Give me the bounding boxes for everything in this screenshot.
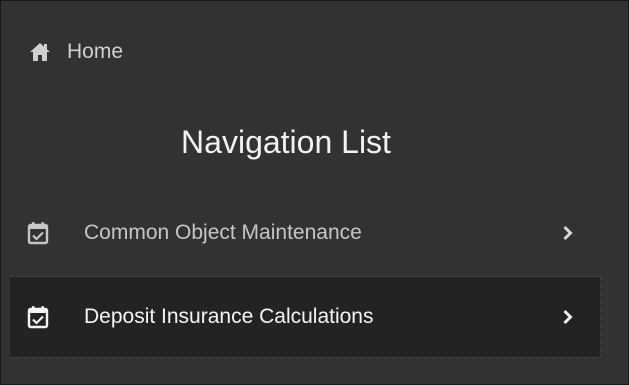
home-link[interactable]: Home [29,37,123,67]
nav-item-label: Deposit Insurance Calculations [84,305,374,328]
navigation-title: Navigation List [181,124,391,160]
home-icon [30,43,50,61]
nav-item-label: Common Object Maintenance [84,221,362,244]
nav-item-deposit-insurance-calculations[interactable]: Deposit Insurance Calculations [10,276,601,358]
calendar-check-icon [27,222,49,245]
home-label: Home [67,40,124,63]
navigation-panel: Home Navigation List Common Object Maint… [0,0,629,385]
nav-item-common-object-maintenance[interactable]: Common Object Maintenance [10,193,600,273]
chevron-right-icon[interactable] [562,309,574,325]
chevron-right-icon[interactable] [562,225,574,241]
calendar-check-icon [27,306,49,329]
